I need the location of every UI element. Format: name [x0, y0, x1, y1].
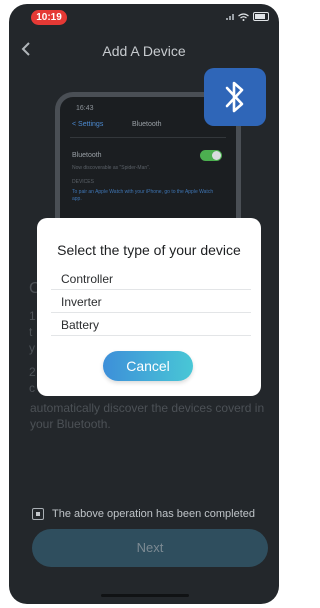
illustration-pair-hint: To pair an Apple Watch with your iPhone,…	[72, 189, 214, 202]
battery-icon	[253, 12, 269, 21]
next-button[interactable]: Next	[32, 529, 268, 567]
background-instructions: automatically discover the devices cover…	[30, 401, 265, 431]
home-indicator	[101, 594, 189, 597]
background-text: y	[29, 341, 35, 355]
illustration-time: 16:43	[76, 105, 94, 112]
nav-bar: Add A Device	[9, 36, 279, 66]
device-option-inverter[interactable]: Inverter	[51, 291, 251, 313]
signal-icon	[226, 13, 234, 20]
confirm-label: The above operation has been completed	[52, 508, 256, 520]
background-text: 1	[29, 309, 36, 323]
background-text: 2	[29, 365, 36, 379]
phone-screen: 10:19 Add A Device 16:43 < Settings Blue…	[9, 4, 279, 604]
page-title: Add A Device	[102, 43, 186, 59]
bluetooth-icon	[225, 81, 244, 113]
illustration-devices-header: DEVICES	[72, 179, 94, 185]
illustration-toggle	[200, 150, 222, 161]
illustration-discoverable: Now discoverable as "Spider-Man".	[72, 165, 151, 171]
background-text: c	[29, 381, 35, 395]
bluetooth-badge	[204, 68, 266, 126]
dialog-title: Select the type of your device	[57, 242, 241, 258]
device-type-dialog: Select the type of your device Controlle…	[37, 218, 261, 396]
illustration-bluetooth-row: Bluetooth	[72, 152, 102, 159]
confirm-row: The above operation has been completed	[32, 508, 255, 520]
illustration-settings-link: < Settings	[72, 121, 104, 128]
divider	[70, 137, 226, 138]
background-text: t	[29, 325, 33, 339]
device-option-battery[interactable]: Battery	[51, 314, 251, 336]
confirm-checkbox[interactable]	[32, 508, 44, 520]
device-option-controller[interactable]: Controller	[51, 268, 251, 290]
wifi-icon	[238, 12, 249, 21]
status-icons	[226, 12, 269, 21]
cancel-button[interactable]: Cancel	[103, 351, 193, 381]
status-time: 10:19	[31, 10, 67, 25]
status-bar: 10:19	[9, 4, 279, 28]
illustration-screen-title: Bluetooth	[132, 121, 162, 128]
